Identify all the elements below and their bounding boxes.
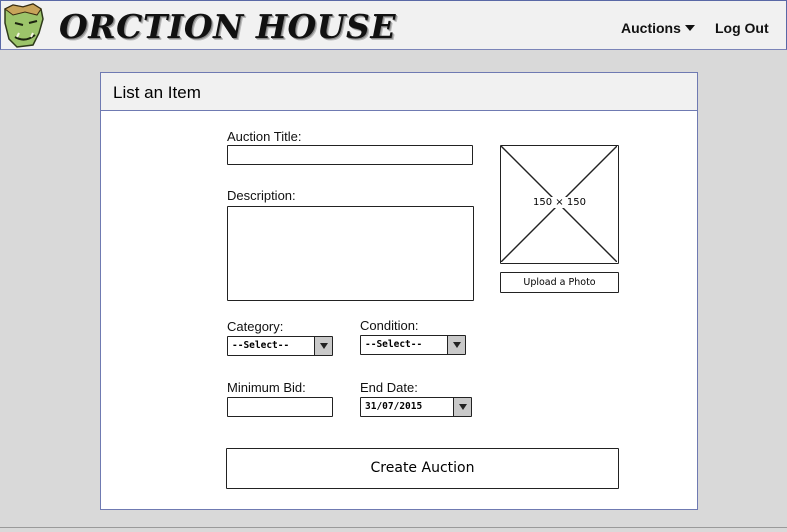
minimum-bid-input[interactable] [227, 397, 333, 417]
upload-photo-label: Upload a Photo [523, 277, 596, 288]
upload-photo-button[interactable]: Upload a Photo [500, 272, 619, 293]
brand-title: ORCTION HOUSE [59, 7, 397, 46]
image-placeholder-size: 150 × 150 [532, 197, 587, 208]
nav-logout-link[interactable]: Log Out [715, 20, 769, 36]
create-auction-label: Create Auction [370, 460, 475, 476]
auction-title-input[interactable] [227, 145, 473, 165]
dropdown-arrow-icon[interactable] [314, 337, 332, 355]
create-auction-button[interactable]: Create Auction [226, 448, 619, 489]
condition-label: Condition: [360, 318, 419, 333]
description-label: Description: [227, 188, 296, 203]
nav-auctions-dropdown[interactable]: Auctions [621, 20, 695, 36]
dropdown-arrow-icon[interactable] [447, 336, 465, 354]
condition-select-value: --Select-- [365, 339, 423, 350]
description-textarea[interactable] [227, 206, 474, 301]
condition-select[interactable]: --Select-- [360, 335, 466, 355]
top-navbar: ORCTION HOUSE Auctions Log Out [0, 0, 787, 50]
category-select-value: --Select-- [232, 340, 290, 351]
orc-face-icon [4, 3, 44, 48]
nav-auctions-label: Auctions [621, 20, 681, 36]
end-date-picker[interactable]: 31/07/2015 [360, 397, 472, 417]
list-item-panel: List an Item Auction Title: Description:… [100, 72, 698, 510]
end-date-label: End Date: [360, 380, 418, 395]
auction-title-label: Auction Title: [227, 129, 302, 144]
image-placeholder: 150 × 150 [500, 145, 619, 264]
category-select[interactable]: --Select-- [227, 336, 333, 356]
end-date-value: 31/07/2015 [365, 401, 423, 412]
minimum-bid-label: Minimum Bid: [227, 380, 306, 395]
panel-title: List an Item [101, 73, 697, 111]
dropdown-arrow-icon[interactable] [453, 398, 471, 416]
category-label: Category: [227, 319, 284, 334]
caret-down-icon [684, 25, 695, 31]
bottom-divider [0, 527, 787, 532]
